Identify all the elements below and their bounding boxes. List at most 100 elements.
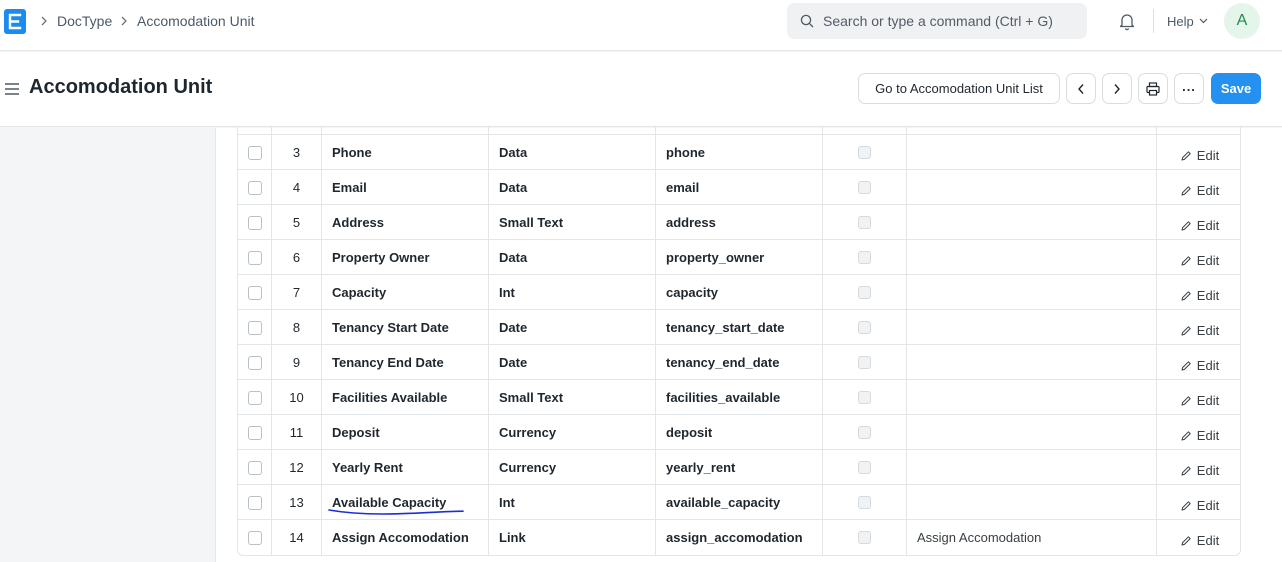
row-edit-button[interactable]: Edit — [1157, 170, 1240, 205]
breadcrumb-doctype[interactable]: DocType — [57, 0, 112, 42]
field-label[interactable]: Phone — [322, 135, 489, 170]
field-type[interactable]: Data — [489, 170, 656, 205]
row-select-checkbox-cell[interactable] — [238, 450, 272, 485]
field-type[interactable]: Link — [489, 520, 656, 555]
field-type[interactable]: Data — [489, 135, 656, 170]
field-type[interactable]: Int — [489, 275, 656, 310]
previous-doc-button[interactable] — [1066, 73, 1096, 104]
field-type[interactable]: Currency — [489, 450, 656, 485]
row-select-checkbox[interactable] — [247, 495, 262, 510]
row-select-checkbox[interactable] — [247, 180, 262, 195]
row-select-checkbox[interactable] — [247, 460, 262, 475]
row-edit-button[interactable]: Edit — [1157, 450, 1240, 485]
field-name[interactable]: deposit — [656, 415, 823, 450]
row-select-checkbox[interactable] — [247, 320, 262, 335]
row-select-checkbox-cell[interactable] — [238, 345, 272, 380]
field-label[interactable]: Tenancy End Date — [322, 345, 489, 380]
row-edit-button[interactable]: Edit — [1157, 380, 1240, 415]
row-select-checkbox-cell[interactable] — [238, 485, 272, 520]
print-button[interactable] — [1138, 73, 1168, 104]
bell-icon[interactable] — [1117, 11, 1137, 31]
field-name[interactable]: property_owner — [656, 240, 823, 275]
row-select-checkbox-cell[interactable] — [238, 240, 272, 275]
row-select-checkbox[interactable] — [247, 355, 262, 370]
breadcrumb-accomodation-unit[interactable]: Accomodation Unit — [137, 0, 255, 42]
table-row[interactable]: 14 Assign Accomodation Link assign_accomoda… — [238, 520, 1240, 555]
field-label[interactable]: Assign Accomodation — [322, 520, 489, 555]
field-type[interactable]: Small Text — [489, 380, 656, 415]
next-doc-button[interactable] — [1102, 73, 1132, 104]
row-select-checkbox[interactable] — [247, 530, 262, 545]
table-row[interactable]: 4 Email Data email Edit — [238, 170, 1240, 205]
table-row[interactable]: 10 Facilities Available Small Text faciliti… — [238, 380, 1240, 415]
more-actions-button[interactable]: ... — [1174, 73, 1204, 104]
go-to-list-button[interactable]: Go to Accomodation Unit List — [858, 73, 1060, 104]
row-edit-button[interactable]: Edit — [1157, 135, 1240, 170]
field-options[interactable] — [907, 380, 1157, 415]
field-label[interactable]: Email — [322, 170, 489, 205]
field-options[interactable] — [907, 415, 1157, 450]
row-edit-button[interactable]: Edit — [1157, 415, 1240, 450]
field-name[interactable]: facilities_available — [656, 380, 823, 415]
field-type[interactable]: Data — [489, 240, 656, 275]
field-label[interactable]: Address — [322, 205, 489, 240]
field-type[interactable]: Int — [489, 485, 656, 520]
help-dropdown[interactable]: Help — [1167, 12, 1208, 30]
table-row[interactable]: 11 Deposit Currency deposit Edit — [238, 415, 1240, 450]
row-select-checkbox-cell[interactable] — [238, 415, 272, 450]
row-select-checkbox[interactable] — [247, 215, 262, 230]
sidebar-toggle-icon[interactable] — [5, 83, 19, 95]
row-edit-button[interactable]: Edit — [1157, 310, 1240, 345]
field-label[interactable]: Capacity — [322, 275, 489, 310]
row-select-checkbox[interactable] — [247, 285, 262, 300]
field-options[interactable] — [907, 345, 1157, 380]
row-select-checkbox[interactable] — [247, 390, 262, 405]
row-select-checkbox-cell[interactable] — [238, 275, 272, 310]
field-options[interactable] — [907, 170, 1157, 205]
row-select-checkbox[interactable] — [247, 145, 262, 160]
table-row[interactable]: 5 Address Small Text address Edit — [238, 205, 1240, 240]
field-type[interactable]: Date — [489, 345, 656, 380]
field-name[interactable]: tenancy_start_date — [656, 310, 823, 345]
row-select-checkbox[interactable] — [247, 425, 262, 440]
field-options[interactable] — [907, 275, 1157, 310]
row-edit-button[interactable]: Edit — [1157, 240, 1240, 275]
field-label[interactable]: Tenancy Start Date — [322, 310, 489, 345]
field-options[interactable] — [907, 205, 1157, 240]
row-edit-button[interactable]: Edit — [1157, 345, 1240, 380]
save-button[interactable]: Save — [1211, 73, 1261, 104]
user-avatar[interactable]: A — [1224, 3, 1260, 39]
row-edit-button[interactable]: Edit — [1157, 205, 1240, 240]
field-options[interactable] — [907, 310, 1157, 345]
table-row[interactable]: 9 Tenancy End Date Date tenancy_end_date Edi… — [238, 345, 1240, 380]
field-name[interactable]: assign_accomodation — [656, 520, 823, 555]
row-edit-button[interactable]: Edit — [1157, 485, 1240, 520]
search-input[interactable]: Search or type a command (Ctrl + G) — [787, 3, 1087, 39]
field-name[interactable]: yearly_rent — [656, 450, 823, 485]
field-name[interactable]: email — [656, 170, 823, 205]
row-select-checkbox-cell[interactable] — [238, 135, 272, 170]
field-name[interactable]: available_capacity — [656, 485, 823, 520]
table-row[interactable]: 3 Phone Data phone Edit — [238, 135, 1240, 170]
field-options[interactable] — [907, 450, 1157, 485]
field-options[interactable]: Assign Accomodation — [907, 520, 1157, 555]
app-logo[interactable] — [4, 9, 26, 34]
field-label[interactable]: Available Capacity — [322, 485, 489, 520]
table-row[interactable]: 6 Property Owner Data property_owner Edit — [238, 240, 1240, 275]
field-name[interactable]: address — [656, 205, 823, 240]
field-label[interactable]: Deposit — [322, 415, 489, 450]
field-type[interactable]: Date — [489, 310, 656, 345]
row-select-checkbox-cell[interactable] — [238, 310, 272, 345]
field-label[interactable]: Facilities Available — [322, 380, 489, 415]
field-name[interactable]: tenancy_end_date — [656, 345, 823, 380]
table-row[interactable]: 8 Tenancy Start Date Date tenancy_start_dat… — [238, 310, 1240, 345]
row-select-checkbox-cell[interactable] — [238, 170, 272, 205]
field-label[interactable]: Property Owner — [322, 240, 489, 275]
row-edit-button[interactable]: Edit — [1157, 520, 1240, 555]
row-select-checkbox-cell[interactable] — [238, 380, 272, 415]
row-select-checkbox[interactable] — [247, 250, 262, 265]
row-select-checkbox-cell[interactable] — [238, 520, 272, 555]
field-options[interactable] — [907, 135, 1157, 170]
table-row[interactable]: 7 Capacity Int capacity Edit — [238, 275, 1240, 310]
field-type[interactable]: Small Text — [489, 205, 656, 240]
